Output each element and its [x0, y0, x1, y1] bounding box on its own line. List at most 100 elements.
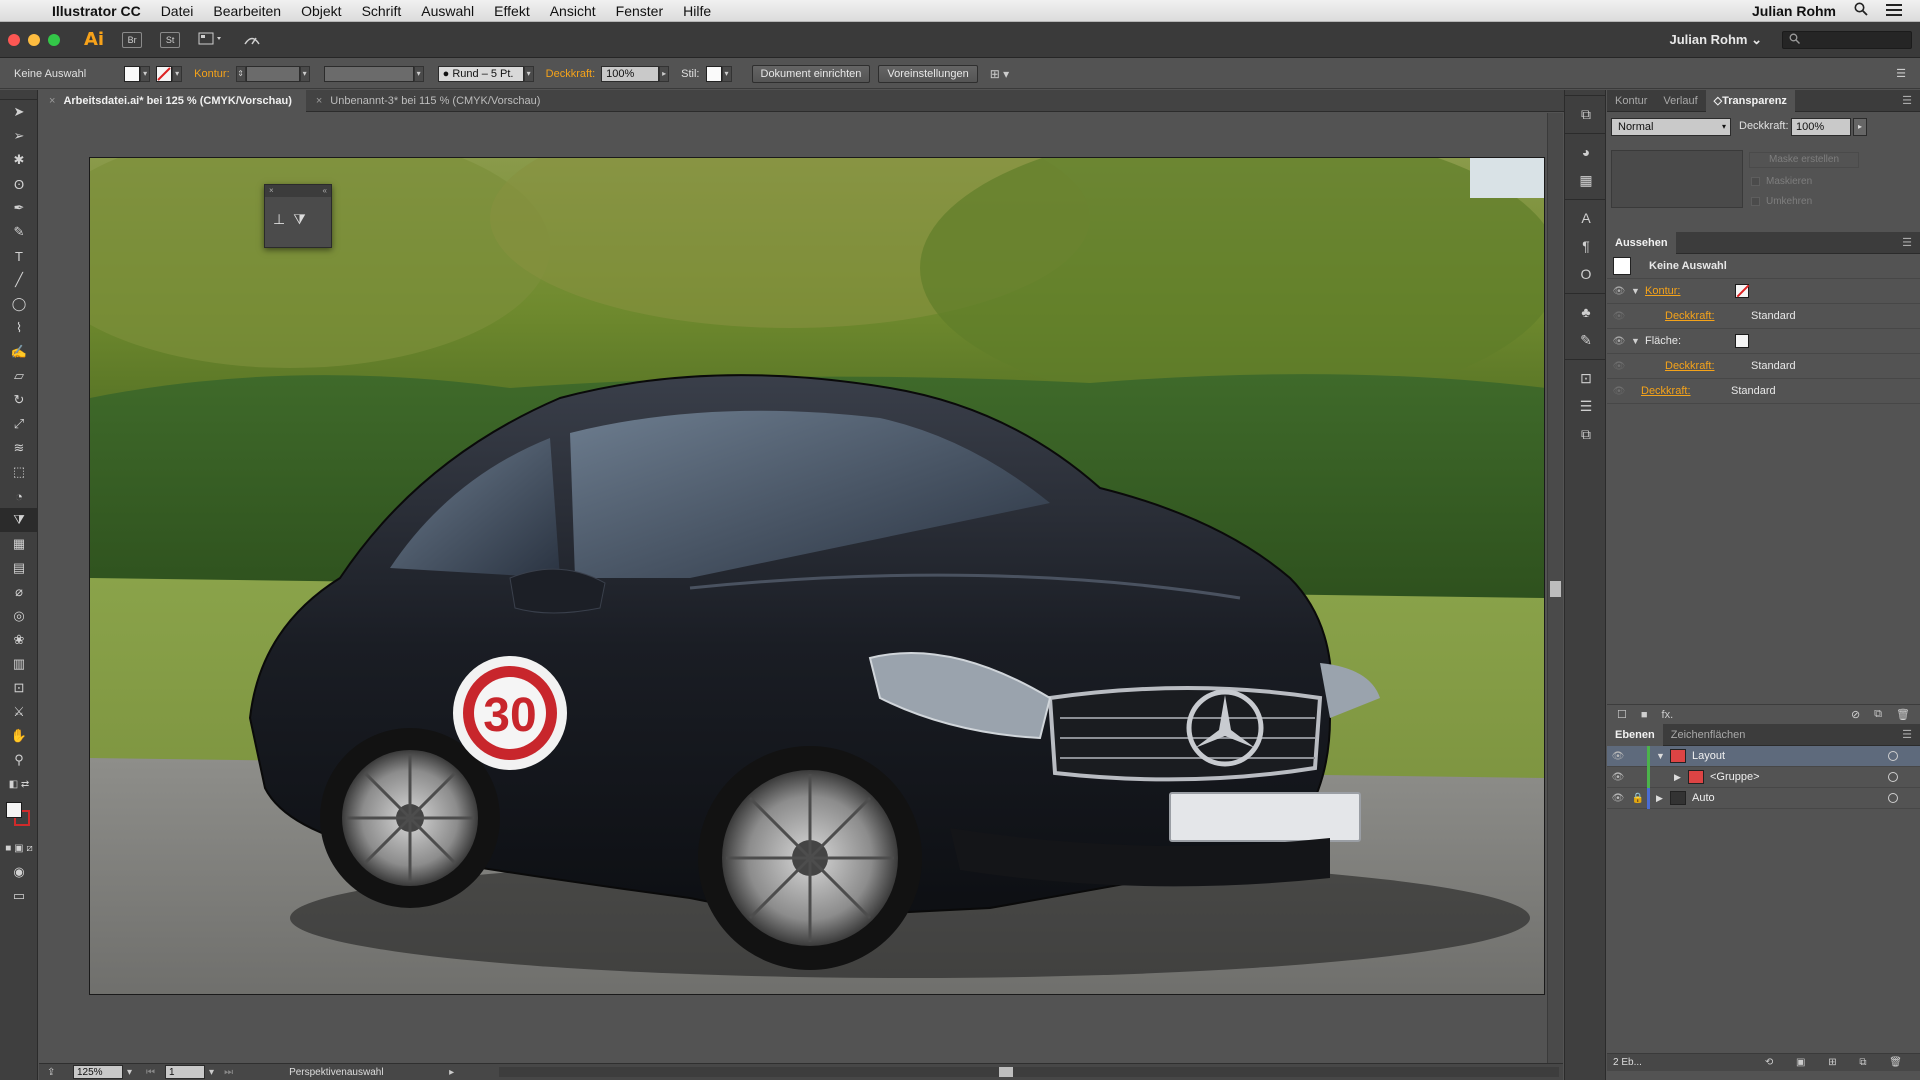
layer-row-auto[interactable]: 👁 🔒 ▶ Auto: [1607, 787, 1920, 809]
gradient-tool-icon[interactable]: ▤: [0, 556, 38, 580]
appearance-stroke-row[interactable]: 👁 ▼ Kontur:: [1607, 279, 1920, 304]
minimize-window-button[interactable]: [28, 33, 40, 46]
opacity-slider-toggle[interactable]: ▸: [1853, 118, 1867, 136]
stroke-opacity-label[interactable]: Deckkraft:: [1665, 310, 1715, 322]
shape-builder-tool-icon[interactable]: ◔: [0, 484, 38, 508]
layer-footer-icons[interactable]: ⟲ ▣ ⊞ ⧉ 🗑: [1765, 1054, 1912, 1072]
width-tool-icon[interactable]: ≋: [0, 436, 38, 460]
menu-ansicht[interactable]: Ansicht: [540, 3, 606, 19]
symbols-panel-icon[interactable]: ♣: [1565, 298, 1607, 326]
magic-wand-tool-icon[interactable]: ✱: [0, 148, 38, 172]
selection-tool-icon[interactable]: ➤: [0, 100, 38, 124]
control-panel-menu-icon[interactable]: ☰: [1896, 67, 1920, 80]
brush-dropdown[interactable]: ▾: [523, 65, 534, 82]
vertical-scroll-thumb[interactable]: [1550, 581, 1561, 597]
status-menu-arrow-icon[interactable]: ▸: [449, 1067, 454, 1078]
visibility-eye-icon[interactable]: 👁: [1607, 772, 1629, 783]
symbol-sprayer-tool-icon[interactable]: ❀: [0, 628, 38, 652]
tab-verlauf[interactable]: Verlauf: [1655, 90, 1705, 112]
rotate-tool-icon[interactable]: ↻: [0, 388, 38, 412]
delete-item-icon[interactable]: 🗑: [1896, 708, 1920, 721]
tab-zeichenflaechen[interactable]: Zeichenflächen: [1663, 724, 1754, 746]
close-tab-icon[interactable]: ×: [316, 90, 322, 112]
add-effect-button[interactable]: fx.: [1662, 709, 1674, 721]
workspace-switcher[interactable]: Julian Rohm ⌄: [1669, 32, 1762, 48]
visibility-eye-icon[interactable]: 👁: [1607, 286, 1631, 297]
blend-mode-select[interactable]: Normal ▾: [1611, 118, 1731, 136]
perspective-selection-tool-icon[interactable]: ⧩: [0, 508, 38, 532]
opacity-dropdown[interactable]: ▸: [659, 65, 670, 82]
close-window-button[interactable]: [8, 33, 20, 46]
add-fill-icon[interactable]: ■: [1641, 709, 1648, 721]
arrange-documents-icon[interactable]: [198, 32, 224, 48]
clip-checkbox[interactable]: Maskieren: [1751, 176, 1812, 187]
tab-ebenen[interactable]: Ebenen: [1607, 723, 1663, 746]
fill-opacity-label[interactable]: Deckkraft:: [1665, 360, 1715, 372]
layer-row-gruppe[interactable]: 👁 ▶ <Gruppe>: [1607, 766, 1920, 788]
menu-objekt[interactable]: Objekt: [291, 3, 351, 19]
curvature-tool-icon[interactable]: ✎: [0, 220, 38, 244]
transform-panel-icon[interactable]: ⊡: [1565, 364, 1607, 392]
color-guide-panel-icon[interactable]: ◕: [1565, 138, 1607, 166]
toolbar-grip[interactable]: [0, 90, 37, 100]
screen-mode-icon[interactable]: ▭: [0, 884, 38, 908]
variable-width-dropdown[interactable]: ▾: [413, 65, 424, 82]
perspective-grid-tool-icon[interactable]: ⊥: [273, 211, 285, 228]
layer-name[interactable]: Layout: [1692, 750, 1725, 762]
direct-selection-tool-icon[interactable]: ➢: [0, 124, 38, 148]
fill-white-swatch[interactable]: [1735, 334, 1749, 348]
appearance-fill-row[interactable]: 👁 ▼ Fläche:: [1607, 329, 1920, 354]
opentype-panel-icon[interactable]: O: [1565, 260, 1607, 288]
car-photo-artwork[interactable]: 30: [89, 157, 1545, 995]
eraser-tool-icon[interactable]: ▱: [0, 364, 38, 388]
last-artboard-icon[interactable]: ⏭: [224, 1067, 233, 1078]
invert-mask-checkbox[interactable]: Umkehren: [1751, 196, 1812, 207]
panel-menu-icon[interactable]: ☰: [1902, 236, 1920, 249]
mesh-tool-icon[interactable]: ▦: [0, 532, 38, 556]
checkbox-box[interactable]: [1751, 177, 1760, 186]
tab-aussehen[interactable]: Aussehen: [1607, 231, 1676, 254]
export-icon[interactable]: ⇪: [47, 1067, 55, 1078]
close-tab-icon[interactable]: ×: [49, 90, 55, 112]
type-tool-icon[interactable]: T: [0, 244, 38, 268]
stock-button[interactable]: St: [160, 31, 181, 48]
brushes-panel-icon[interactable]: ✎: [1565, 326, 1607, 354]
collapse-panel-icon[interactable]: «: [323, 185, 327, 197]
menu-schrift[interactable]: Schrift: [352, 3, 412, 19]
expand-triangle-icon[interactable]: ▶: [1656, 793, 1670, 804]
spotlight-search-icon[interactable]: [1854, 2, 1868, 19]
tab-kontur[interactable]: Kontur: [1607, 90, 1655, 112]
horizontal-scroll-thumb[interactable]: [999, 1067, 1013, 1077]
horizontal-scrollbar[interactable]: [499, 1067, 1559, 1077]
tab-arbeitsdatei[interactable]: × Arbeitsdatei.ai* bei 125 % (CMYK/Vorsc…: [39, 90, 306, 112]
libraries-panel-icon[interactable]: ⧉: [1565, 100, 1607, 128]
brush-definition[interactable]: ● Rund – 5 Pt.: [437, 65, 524, 82]
first-artboard-icon[interactable]: ⏮: [146, 1067, 155, 1078]
tab-transparenz[interactable]: ◇Transparenz: [1705, 89, 1795, 112]
zoom-tool-icon[interactable]: ⚲: [0, 748, 38, 772]
visibility-eye-icon[interactable]: 👁: [1607, 751, 1629, 762]
paragraph-panel-icon[interactable]: ¶: [1565, 232, 1607, 260]
menubar-user[interactable]: Julian Rohm: [1752, 3, 1836, 19]
add-stroke-icon[interactable]: ☐: [1617, 708, 1627, 721]
target-circle-icon[interactable]: [1888, 751, 1898, 761]
swatches-panel-icon[interactable]: ▦: [1565, 166, 1607, 194]
target-circle-icon[interactable]: [1888, 793, 1898, 803]
ellipse-tool-icon[interactable]: ◯: [0, 292, 38, 316]
document-canvas[interactable]: 30 × « ⊥ ⧩: [39, 113, 1547, 1063]
appearance-fill-label[interactable]: Fläche:: [1645, 335, 1681, 347]
visibility-eye-icon[interactable]: 👁: [1607, 311, 1631, 322]
zoom-window-button[interactable]: [48, 33, 60, 46]
dock-grip[interactable]: [1565, 90, 1605, 96]
slice-tool-icon[interactable]: ⚔: [0, 700, 38, 724]
fill-stroke-widget[interactable]: [0, 796, 37, 836]
fill-dropdown[interactable]: ▾: [140, 65, 151, 82]
artboard-dropdown-icon[interactable]: ▾: [209, 1067, 214, 1078]
paintbrush-tool-icon[interactable]: ⌇: [0, 316, 38, 340]
stroke-weight-label[interactable]: Kontur:: [182, 68, 235, 80]
layer-name[interactable]: Auto: [1692, 792, 1715, 804]
current-tool-status[interactable]: Perspektivenauswahl: [289, 1067, 449, 1078]
lock-icon[interactable]: 🔒: [1629, 793, 1647, 804]
app-menu-illustrator[interactable]: Illustrator CC: [52, 3, 151, 19]
appearance-fill-opacity-row[interactable]: 👁 Deckkraft: Standard: [1607, 354, 1920, 379]
